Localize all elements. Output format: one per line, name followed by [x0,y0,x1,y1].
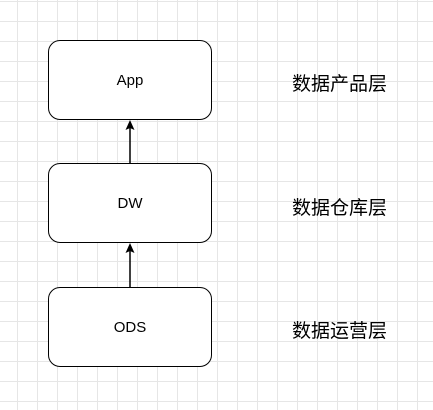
layer-label-dw: 数据仓库层 [292,197,388,219]
node-app-label: App [116,71,144,89]
arrowhead-dw-to-app [125,120,135,130]
layer-label-ods: 数据运营层 [292,320,388,342]
node-dw[interactable]: DW [48,163,212,243]
node-app[interactable]: App [48,40,212,120]
diagram-canvas: App DW ODS 数据产品层 数据仓库层 数据运营层 [0,0,433,410]
layer-label-app: 数据产品层 [292,73,388,95]
node-ods-label: ODS [113,318,147,336]
arrowhead-ods-to-dw [125,243,135,253]
node-dw-label: DW [117,194,143,212]
node-ods[interactable]: ODS [48,287,212,367]
